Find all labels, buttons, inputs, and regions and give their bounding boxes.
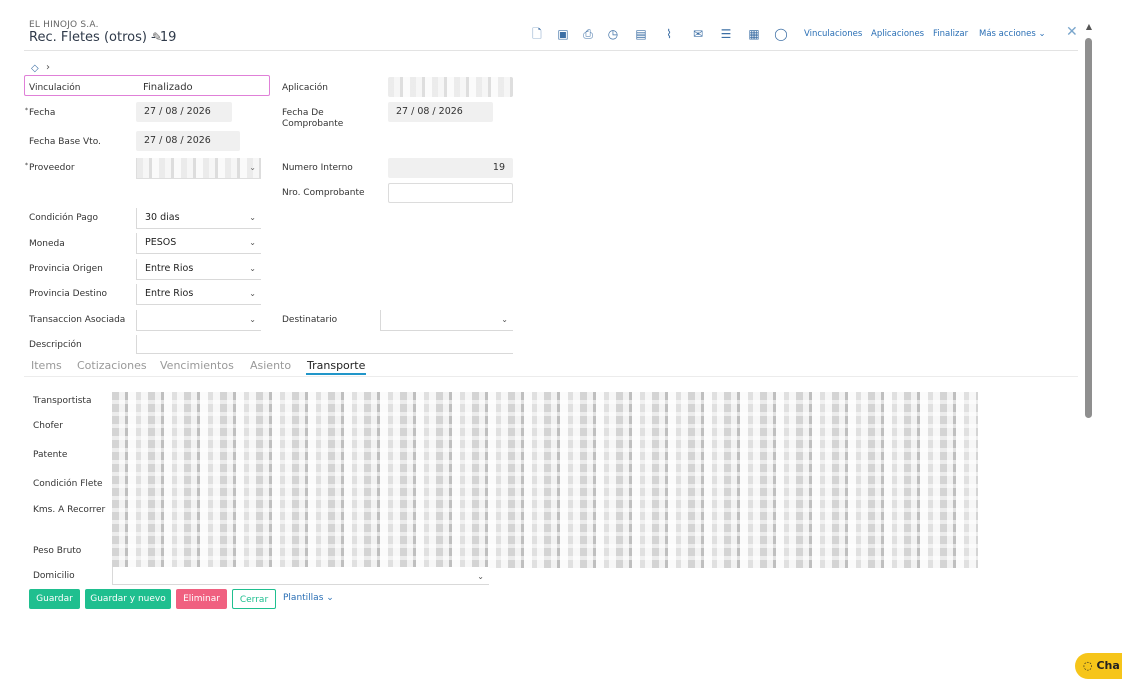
provincia-destino-select[interactable]: Entre Rios ⌄ xyxy=(136,284,261,305)
kms-recorrer-label: Kms. A Recorrer xyxy=(33,505,106,515)
close-button[interactable]: Cerrar xyxy=(232,589,276,609)
transportista-label: Transportista xyxy=(33,396,92,406)
delete-button[interactable]: Eliminar xyxy=(176,589,227,609)
provincia-origen-label: Provincia Origen xyxy=(29,264,103,274)
chevron-down-icon: ⌄ xyxy=(326,593,334,603)
vinculacion-label: Vinculación xyxy=(29,83,81,93)
numero-interno-field[interactable]: 19 xyxy=(388,158,513,178)
chevron-down-icon: ⌄ xyxy=(501,315,508,324)
comment-icon[interactable]: ◯ xyxy=(773,26,789,42)
attachment-icon[interactable]: ⌇ xyxy=(661,26,677,42)
provincia-destino-label: Provincia Destino xyxy=(29,289,108,299)
save-icon[interactable]: ▣ xyxy=(555,26,571,42)
condicion-flete-label: Condición Flete xyxy=(33,479,103,489)
descripcion-label: Descripción xyxy=(29,340,82,350)
moneda-value: PESOS xyxy=(145,237,177,248)
mas-acciones-label: Más acciones xyxy=(979,29,1036,39)
provincia-origen-value: Entre Rios xyxy=(145,263,194,274)
condicion-pago-label: Condición Pago xyxy=(29,213,98,223)
fecha-base-input[interactable]: 27 / 08 / 2026 xyxy=(136,131,240,151)
notes-icon[interactable]: ▦ xyxy=(746,26,762,42)
destinatario-select[interactable]: ⌄ xyxy=(380,310,513,331)
provincia-origen-select[interactable]: Entre Rios ⌄ xyxy=(136,259,261,280)
provincia-destino-value: Entre Rios xyxy=(145,288,194,299)
active-tab-indicator xyxy=(306,373,366,375)
history-icon[interactable]: ◷ xyxy=(605,26,621,42)
chevron-down-icon: ⌄ xyxy=(249,163,256,172)
scrollbar-thumb[interactable] xyxy=(1085,38,1092,418)
header-divider xyxy=(24,50,1078,51)
chevron-right-icon[interactable]: › xyxy=(46,62,50,73)
numero-interno-label: Numero Interno xyxy=(282,163,353,173)
chevron-down-icon: ⌄ xyxy=(249,264,256,273)
tag-icon[interactable]: ◇ xyxy=(31,63,39,74)
destinatario-label: Destinatario xyxy=(282,315,338,325)
domicilio-select[interactable]: ⌄ xyxy=(112,567,489,585)
chat-bubble-icon: ◌ xyxy=(1083,659,1093,672)
aplicacion-label: Aplicación xyxy=(282,83,328,93)
link-vinculaciones[interactable]: Vinculaciones xyxy=(804,29,862,39)
patente-label: Patente xyxy=(33,450,68,460)
chevron-down-icon: ⌄ xyxy=(249,315,256,324)
scroll-up-icon[interactable]: ▲ xyxy=(1084,22,1094,31)
email-icon[interactable]: ✉ xyxy=(690,26,706,42)
nro-comprobante-input[interactable] xyxy=(388,183,513,203)
aplicacion-field[interactable] xyxy=(388,77,513,97)
checklist-icon[interactable]: ☰ xyxy=(718,26,734,42)
moneda-select[interactable]: PESOS ⌄ xyxy=(136,233,261,254)
tab-vencimientos[interactable]: Vencimientos xyxy=(160,359,234,372)
pdf-icon[interactable]: ▤ xyxy=(633,26,649,42)
save-and-new-button[interactable]: Guardar y nuevo xyxy=(85,589,171,609)
new-document-icon[interactable]: 🗋 xyxy=(529,26,545,42)
fecha-comprobante-label-1: Fecha De xyxy=(282,108,324,118)
print-icon[interactable]: ⎙ xyxy=(580,26,596,42)
fecha-base-label: Fecha Base Vto. xyxy=(29,137,101,147)
chevron-down-icon: ⌄ xyxy=(249,289,256,298)
save-button[interactable]: Guardar xyxy=(29,589,80,609)
tab-transporte[interactable]: Transporte xyxy=(307,359,365,372)
edit-pencil-icon[interactable]: ✎ xyxy=(152,30,162,44)
tab-items[interactable]: Items xyxy=(31,359,62,372)
tab-asiento[interactable]: Asiento xyxy=(250,359,291,372)
transporte-fields-blurred[interactable] xyxy=(112,392,978,568)
required-mark: * xyxy=(25,107,28,114)
proveedor-label: Proveedor xyxy=(29,163,75,173)
fecha-comprobante-input[interactable]: 27 / 08 / 2026 xyxy=(388,102,493,122)
transaccion-select[interactable]: ⌄ xyxy=(136,310,261,331)
condicion-pago-select[interactable]: 30 dias ⌄ xyxy=(136,208,261,229)
chevron-down-icon: ⌄ xyxy=(249,238,256,247)
chevron-down-icon: ⌄ xyxy=(477,572,484,581)
plantillas-label: Plantillas xyxy=(283,593,324,603)
transaccion-label: Transaccion Asociada xyxy=(29,315,126,325)
required-mark: * xyxy=(25,162,28,169)
condicion-pago-value: 30 dias xyxy=(145,212,180,223)
moneda-label: Moneda xyxy=(29,239,65,249)
descripcion-input[interactable] xyxy=(136,335,513,354)
close-icon[interactable]: ✕ xyxy=(1066,24,1078,40)
company-name: EL HINOJO S.A. xyxy=(29,20,99,30)
chat-widget[interactable]: ◌ Cha xyxy=(1075,653,1122,679)
chofer-label: Chofer xyxy=(33,421,63,431)
vinculacion-value[interactable]: Finalizado xyxy=(143,82,193,93)
tab-cotizaciones[interactable]: Cotizaciones xyxy=(77,359,147,372)
plantillas-link[interactable]: Plantillas ⌄ xyxy=(283,593,334,603)
chevron-down-icon: ⌄ xyxy=(1038,29,1046,39)
chevron-down-icon: ⌄ xyxy=(249,213,256,222)
fecha-comprobante-label-2: Comprobante xyxy=(282,119,344,129)
peso-bruto-label: Peso Bruto xyxy=(33,546,82,556)
chat-label: Cha xyxy=(1096,659,1120,672)
nro-comprobante-label: Nro. Comprobante xyxy=(282,188,365,198)
link-finalizar[interactable]: Finalizar xyxy=(933,29,968,39)
link-mas-acciones[interactable]: Más acciones ⌄ xyxy=(979,29,1046,39)
fecha-label: Fecha xyxy=(29,108,56,118)
domicilio-label: Domicilio xyxy=(33,571,75,581)
proveedor-select[interactable]: ⌄ xyxy=(136,158,261,179)
fecha-input[interactable]: 27 / 08 / 2026 xyxy=(136,102,232,122)
link-aplicaciones[interactable]: Aplicaciones xyxy=(871,29,924,39)
tabs-divider xyxy=(24,376,1078,377)
